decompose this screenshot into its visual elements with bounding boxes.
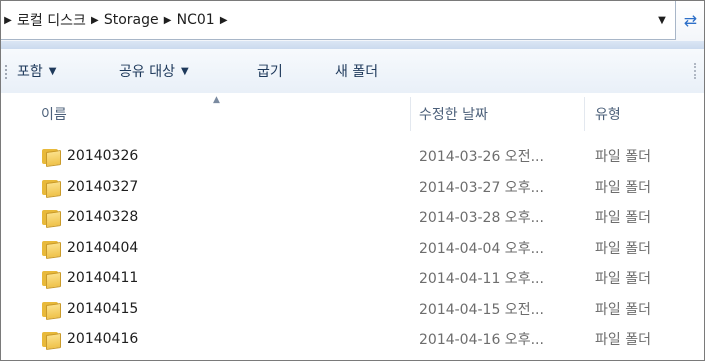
file-name-cell: 20140416 [41,324,138,355]
column-header-type[interactable]: 유형 [595,93,621,135]
toolbar-grip [5,65,10,79]
folder-icon [41,269,61,290]
file-modified: 2014-04-11 오후... [419,271,544,288]
chevron-down-icon: ▼ [180,65,189,77]
file-modified: 2014-04-16 오후... [419,332,544,349]
folder-icon [41,330,61,351]
file-type: 파일 폴더 [595,240,651,257]
folder-icon [41,178,61,198]
column-header-modified[interactable]: 수정한 날짜 [419,93,488,135]
file-type: 파일 폴더 [595,179,651,196]
sort-ascending-icon: ▲ [213,95,220,105]
column-name-label: 이름 [41,107,67,123]
include-in-library-button[interactable]: 포함 ▼ [17,49,56,93]
breadcrumb-item-nc01[interactable]: NC01 [175,12,217,28]
folder-icon [41,147,61,168]
folder-icon [41,300,61,320]
file-name-cell: 20140415 [41,294,138,325]
file-name: 20140411 [67,270,139,287]
address-separator [1,41,704,49]
breadcrumb-arrow-icon[interactable]: ▶ [217,1,231,39]
explorer-window: ▶ 로컬 디스크 ▶ Storage ▶ NC01 ▶ ▼ ⇄ 포함 ▼ 공유 … [0,0,705,361]
new-folder-button[interactable]: 새 폴더 [335,49,378,93]
refresh-icon[interactable]: ⇄ [677,1,704,39]
file-name: 20140327 [67,178,139,195]
breadcrumb-arrow-icon[interactable]: ▶ [161,1,175,39]
file-name-cell: 20140404 [41,233,138,264]
share-label: 공유 대상 [119,64,175,80]
list-item[interactable]: 20140411 2014-04-11 오후... 파일 폴더 [1,263,704,294]
include-label: 포함 [17,64,43,80]
file-modified: 2014-03-27 오후... [419,179,544,196]
breadcrumb-arrow-icon[interactable]: ▶ [1,1,15,39]
burn-label: 굽기 [257,64,283,80]
file-type: 파일 폴더 [595,301,651,318]
chevron-down-icon: ▼ [48,65,57,77]
file-name-cell: 20140411 [41,263,138,294]
file-type: 파일 폴더 [595,271,651,288]
folder-icon [41,239,61,259]
chevron-down-icon[interactable]: ▼ [655,1,669,39]
new-folder-label: 새 폴더 [335,64,379,80]
column-header-row: ▲ 이름 수정한 날짜 유형 [1,93,704,135]
list-item[interactable]: 20140328 2014-03-28 오후... 파일 폴더 [1,202,704,233]
file-name-cell: 20140326 [41,141,138,172]
breadcrumb-item-storage[interactable]: Storage [102,12,161,28]
file-name: 20140326 [67,148,139,165]
file-name: 20140404 [67,239,139,256]
breadcrumb: 로컬 디스크 ▶ Storage ▶ NC01 ▶ [15,1,231,39]
list-item[interactable]: 20140404 2014-04-04 오후... 파일 폴더 [1,233,704,264]
list-item[interactable]: 20140326 2014-03-26 오전... 파일 폴더 [1,141,704,172]
column-divider[interactable] [584,97,585,131]
toolbar-overflow-grip[interactable] [694,63,702,79]
file-type: 파일 폴더 [595,210,651,227]
address-box[interactable]: ▶ 로컬 디스크 ▶ Storage ▶ NC01 ▶ ▼ [1,1,676,40]
list-item[interactable]: 20140415 2014-04-15 오전... 파일 폴더 [1,294,704,325]
file-list: 20140326 2014-03-26 오전... 파일 폴더 20140327… [1,141,704,355]
file-name: 20140328 [67,209,139,226]
list-item[interactable]: 20140416 2014-04-16 오후... 파일 폴더 [1,324,704,355]
file-type: 파일 폴더 [595,332,651,349]
command-toolbar: 포함 ▼ 공유 대상 ▼ 굽기 새 폴더 [1,49,704,94]
list-item[interactable]: 20140327 2014-03-27 오후... 파일 폴더 [1,172,704,203]
file-modified: 2014-03-28 오후... [419,210,544,227]
share-with-button[interactable]: 공유 대상 ▼ [119,49,189,93]
file-name-cell: 20140327 [41,172,138,203]
column-type-label: 유형 [595,107,621,123]
breadcrumb-arrow-icon[interactable]: ▶ [88,1,102,39]
file-type: 파일 폴더 [595,149,651,166]
folder-icon [41,208,61,229]
breadcrumb-item-local-disk[interactable]: 로컬 디스크 [15,10,88,30]
column-modified-label: 수정한 날짜 [419,107,488,123]
burn-button[interactable]: 굽기 [257,49,283,93]
file-name: 20140416 [67,331,139,348]
file-name: 20140415 [67,300,139,317]
file-modified: 2014-04-15 오전... [419,301,544,318]
address-bar: ▶ 로컬 디스크 ▶ Storage ▶ NC01 ▶ ▼ ⇄ [1,1,704,41]
column-divider[interactable] [410,97,411,131]
column-header-name[interactable]: 이름 [41,93,67,135]
file-modified: 2014-04-04 오후... [419,240,544,257]
file-name-cell: 20140328 [41,202,138,233]
file-modified: 2014-03-26 오전... [419,149,544,166]
